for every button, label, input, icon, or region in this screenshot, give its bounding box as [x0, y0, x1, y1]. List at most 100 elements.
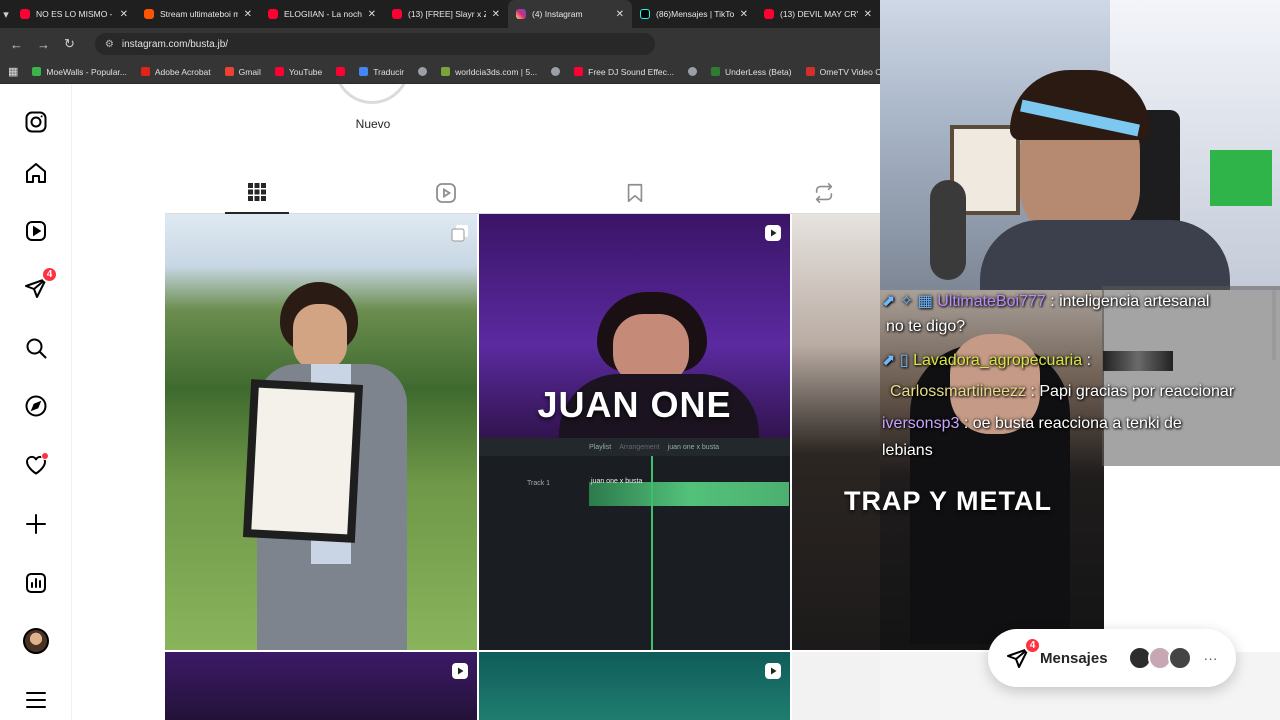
reels-tab-icon [436, 183, 456, 203]
bookmark-item[interactable]: MoeWalls - Popular... [32, 67, 127, 77]
explore-compass-icon[interactable] [22, 392, 50, 420]
post-thumbnail[interactable] [165, 214, 477, 650]
bookmark-favicon-icon [32, 67, 42, 76]
browser-tab[interactable]: (13) [FREE] Slayr x Ze ✕ [384, 0, 508, 28]
post-thumbnail[interactable] [165, 652, 477, 720]
page-scrollbar[interactable] [1272, 290, 1276, 360]
bookmark-item[interactable] [551, 67, 561, 76]
globe-icon [551, 67, 561, 76]
profile-avatar[interactable] [22, 627, 50, 655]
daw-panel-mode: Arrangement [619, 443, 660, 451]
bookmark-label: worldcia3ds.com | 5... [455, 66, 538, 77]
notifications-heart-icon[interactable] [22, 451, 50, 479]
browser-tab[interactable]: (86)Mensajes | TikTok ✕ [632, 0, 756, 28]
more-menu-icon[interactable] [22, 686, 50, 714]
reel-play-icon [765, 663, 781, 679]
forward-arrow-icon[interactable]: → [37, 37, 50, 52]
post-thumbnail[interactable] [792, 652, 880, 720]
direct-messages-icon[interactable]: 4 [22, 266, 58, 302]
daw-panel-title: Playlist [589, 443, 612, 451]
chat-text: : oe busta reacciona a tenki de [959, 415, 1182, 432]
bookmark-item[interactable]: Gmail [224, 66, 261, 77]
person-face [293, 304, 347, 370]
messages-button[interactable]: 4 Mensajes ··· [988, 629, 1236, 687]
bookmark-favicon-icon [805, 67, 815, 76]
home-icon[interactable] [22, 159, 50, 187]
reel-play-icon [452, 663, 468, 679]
bookmark-label: OmeTV Video Chat... [819, 66, 880, 77]
posts-grid: JUAN ONE Playlist Arrangement juan one x… [165, 214, 880, 720]
browser-tab[interactable]: NO ES LO MISMO - Y ✕ [12, 0, 136, 28]
chat-background [1102, 286, 1280, 466]
bookmark-item[interactable]: Adobe Acrobat [140, 67, 211, 77]
avatar [1167, 646, 1192, 670]
apps-grid-icon[interactable]: ▦ [8, 65, 18, 78]
close-tab-icon[interactable]: ✕ [368, 9, 376, 20]
bookmark-item[interactable]: YouTube [274, 67, 322, 77]
bookmark-item[interactable] [418, 67, 428, 76]
close-tab-icon[interactable]: ✕ [244, 9, 252, 20]
messages-icon: 4 [1006, 637, 1041, 670]
tab-saved[interactable] [603, 172, 667, 214]
bookmark-label: Traducir [373, 66, 405, 77]
bookmark-item[interactable]: Free DJ Sound Effec... [574, 67, 674, 77]
close-tab-icon[interactable]: ✕ [740, 9, 748, 20]
new-highlight-label: Nuevo [355, 117, 391, 131]
unread-dot [41, 452, 49, 460]
chat-text: no te digo? [886, 318, 966, 335]
bookmark-item[interactable]: OmeTV Video Chat... [805, 66, 880, 77]
new-highlight-button[interactable] [334, 84, 410, 104]
bookmark-icon [627, 183, 643, 203]
browser-tab[interactable]: (13) DEVIL MAY CRY ✕ [756, 0, 880, 28]
post-thumbnail[interactable] [479, 652, 790, 720]
reel-play-icon [765, 225, 781, 241]
tab-title: NO ES LO MISMO - Y [36, 9, 114, 19]
tab-reels[interactable] [414, 172, 478, 214]
browser-tab[interactable]: ELOGIIAN - La noche ✕ [260, 0, 384, 28]
create-plus-icon[interactable] [22, 510, 50, 538]
repost-icon [815, 183, 833, 203]
youtube-favicon-icon [268, 9, 278, 19]
bookmark-item[interactable] [688, 67, 697, 76]
search-icon[interactable] [22, 334, 50, 362]
youtube-favicon-icon [392, 9, 402, 19]
youtube-favicon-icon [764, 9, 774, 19]
browser-tab[interactable]: Stream ultimateboi m ✕ [136, 0, 260, 28]
bookmark-item[interactable] [336, 67, 346, 76]
instagram-sidebar: 4 [0, 84, 72, 720]
back-arrow-icon[interactable]: ← [10, 37, 23, 52]
url-field[interactable]: ⚙ instagram.com/busta.jb/ [94, 33, 655, 55]
tab-reposts[interactable] [792, 172, 856, 214]
chat-message: iversonsp3 : oe busta reacciona a tenki … [882, 415, 1182, 433]
grid-icon [248, 183, 266, 201]
post-thumbnail[interactable] [792, 214, 880, 650]
close-tab-icon[interactable]: ✕ [120, 9, 128, 20]
reels-icon[interactable] [22, 217, 50, 245]
reload-icon[interactable]: ↻ [64, 36, 75, 52]
site-info-icon[interactable]: ⚙ [105, 39, 114, 50]
more-dots-icon[interactable]: ··· [1204, 650, 1218, 666]
tab-posts[interactable] [225, 172, 289, 214]
post-thumbnail[interactable]: JUAN ONE Playlist Arrangement juan one x… [479, 214, 790, 650]
bookmark-item[interactable]: UnderLess (Beta) [711, 67, 792, 77]
bookmark-item[interactable]: Traducir [359, 67, 404, 77]
bookmark-item[interactable]: worldcia3ds.com | 5... [441, 67, 537, 77]
close-tab-icon[interactable]: ✕ [492, 9, 500, 20]
diploma-frame [242, 379, 364, 543]
tab-title: (4) Instagram [532, 9, 583, 19]
globe-icon [688, 67, 697, 76]
url-text: instagram.com/busta.jb/ [121, 38, 229, 50]
close-tab-icon[interactable]: ✕ [616, 9, 624, 20]
tab-title: (86)Mensajes | TikTok [656, 9, 734, 19]
close-tab-icon[interactable]: ✕ [864, 9, 872, 20]
chat-text: : inteligencia artesanal [1045, 293, 1210, 310]
bookmark-label: Free DJ Sound Effec... [588, 66, 674, 77]
tab-search-chevron-icon[interactable]: ▾ [0, 0, 12, 28]
bookmark-favicon-icon [336, 67, 346, 76]
streamer-webcam [880, 0, 1280, 290]
instagram-logo-icon[interactable] [22, 108, 50, 136]
dashboard-chart-icon[interactable] [22, 569, 50, 597]
carousel-icon [451, 225, 468, 242]
bookmark-label: Gmail [238, 66, 261, 77]
browser-tab-active[interactable]: (4) Instagram ✕ [508, 0, 632, 28]
